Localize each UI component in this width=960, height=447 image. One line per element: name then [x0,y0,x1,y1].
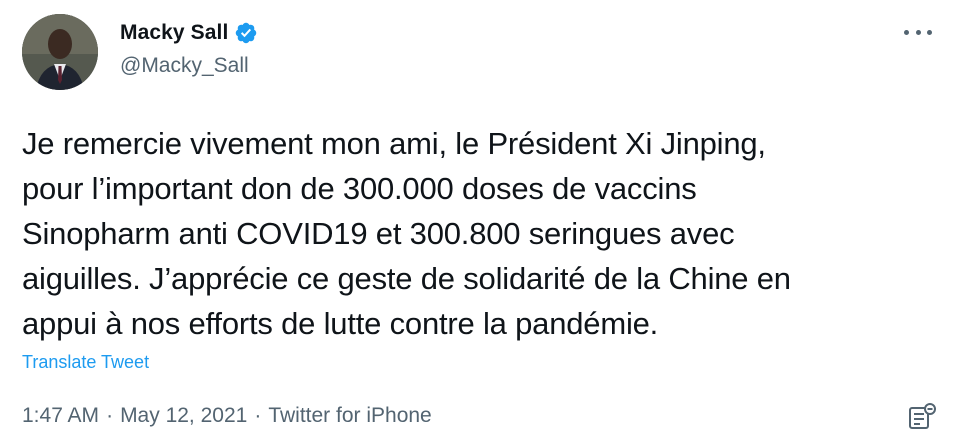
meta-separator: · [106,404,114,427]
profile-photo [22,14,98,90]
more-options-button[interactable] [904,22,932,42]
more-options-icon-dot [915,29,921,35]
tweet-time[interactable]: 1:47 AM [22,404,99,428]
more-options-icon-dot [927,29,932,35]
tweet-card: Macky Sall @Macky_Sall Je remercie vivem… [0,0,960,447]
tweet-metadata: 1:47 AM · May 12, 2021 · Twitter for iPh… [22,404,432,428]
author-name-row: Macky Sall [120,18,258,48]
tweet-analytics-icon[interactable] [906,402,936,432]
verified-badge-icon [236,22,257,44]
translate-tweet-link[interactable]: Translate Tweet [22,352,149,373]
tweet-source[interactable]: Twitter for iPhone [268,404,431,428]
author-block: Macky Sall @Macky_Sall [120,18,258,78]
author-display-name[interactable]: Macky Sall [120,21,228,45]
more-options-icon [904,29,909,35]
tweet-text: Je remercie vivement mon ami, le Préside… [22,126,791,341]
author-handle[interactable]: @Macky_Sall [120,54,258,78]
meta-separator: · [254,404,262,427]
avatar[interactable] [22,14,98,90]
tweet-date[interactable]: May 12, 2021 [120,404,247,428]
